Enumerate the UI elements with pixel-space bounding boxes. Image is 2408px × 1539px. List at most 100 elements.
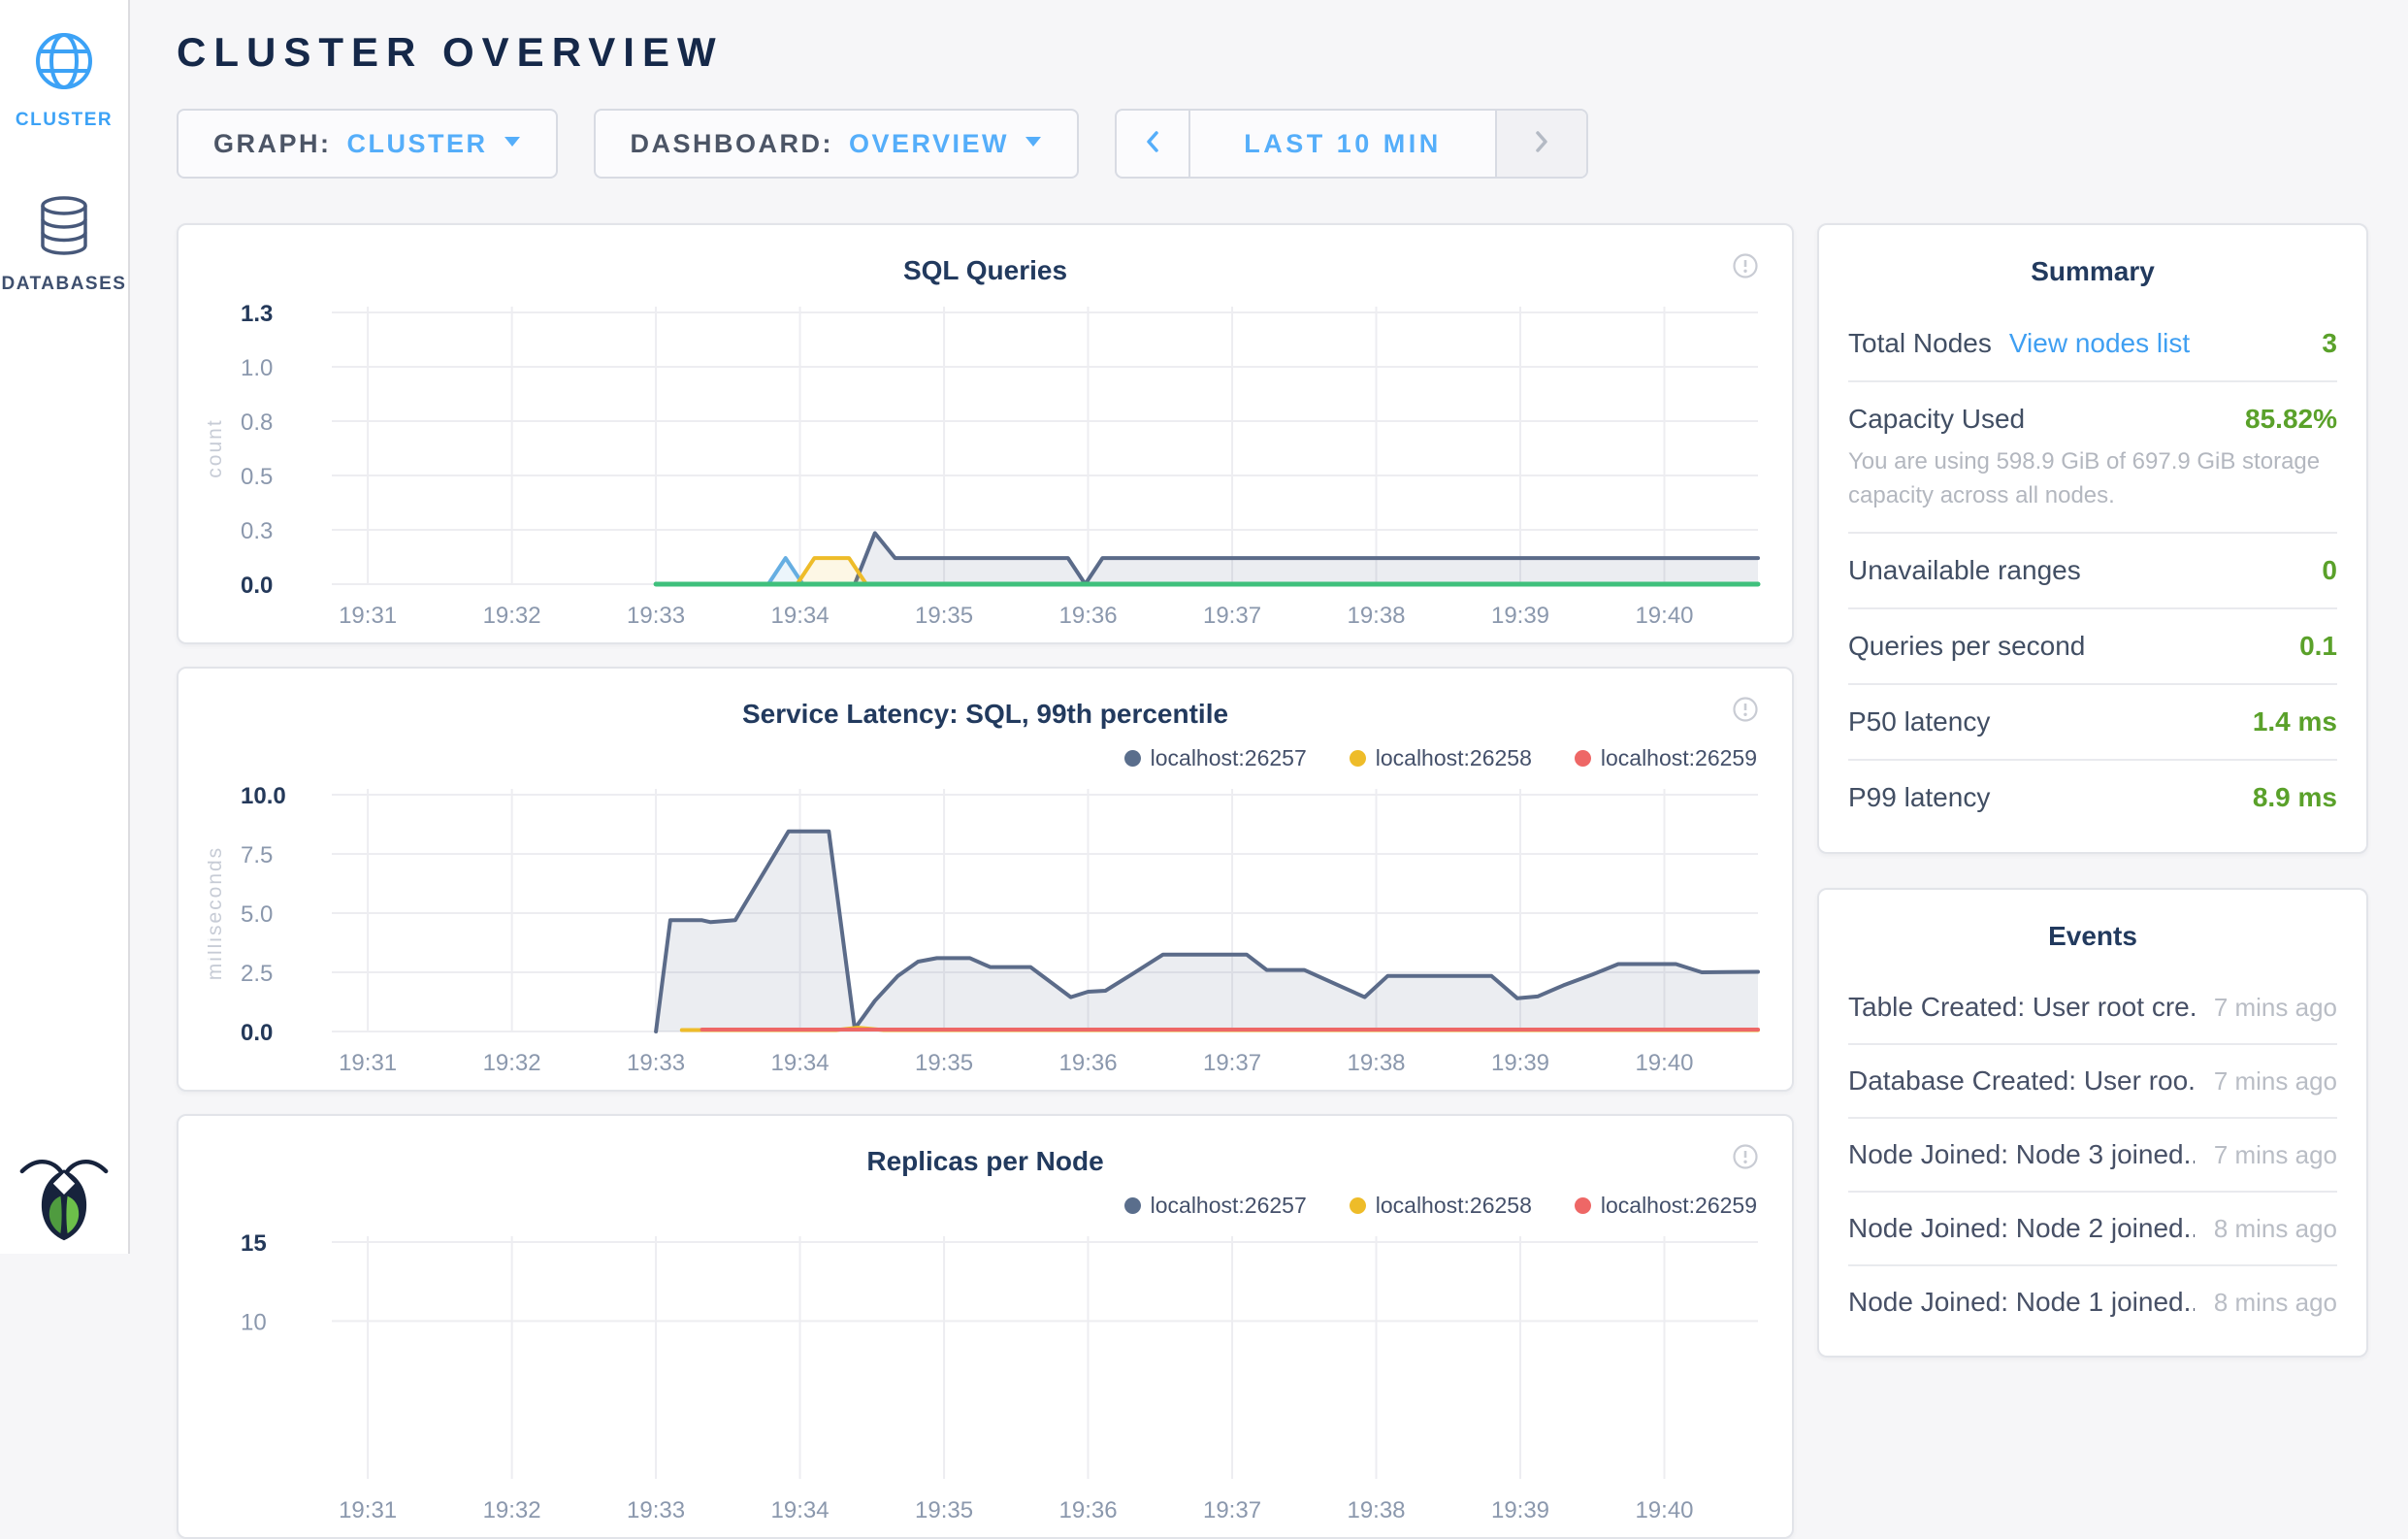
- event-text: Database Created: User roo...: [1848, 1065, 2195, 1097]
- chart-card-replicas-per-node: Replicas per Node localhost:26257localho…: [177, 1114, 1794, 1539]
- svg-text:19:34: 19:34: [771, 1050, 830, 1076]
- svg-text:19:33: 19:33: [627, 1497, 685, 1523]
- sql-queries-chart[interactable]: 19:3119:3219:3319:3419:3519:3619:3719:38…: [208, 295, 1764, 637]
- dashboard-content: SQL Queries 19:3119:3219:3319:3419:3519:…: [177, 223, 2408, 1539]
- time-range-next-button[interactable]: [1497, 111, 1586, 177]
- event-text: Table Created: User root cre...: [1848, 992, 2195, 1023]
- capacity-used-value: 85.82%: [2245, 404, 2337, 435]
- legend-label: localhost:26259: [1601, 1193, 1757, 1219]
- svg-text:19:36: 19:36: [1059, 1050, 1118, 1076]
- time-range-label[interactable]: LAST 10 MIN: [1188, 111, 1497, 177]
- summary-row-unavailable-ranges: Unavailable ranges 0: [1848, 532, 2337, 607]
- event-text: Node Joined: Node 1 joined...: [1848, 1287, 2195, 1318]
- svg-text:19:37: 19:37: [1203, 603, 1261, 629]
- p50-latency-label: P50 latency: [1848, 706, 1990, 737]
- replicas-per-node-chart[interactable]: 19:3119:3219:3319:3419:3519:3619:3719:38…: [208, 1225, 1764, 1531]
- p50-latency-value: 1.4 ms: [2253, 706, 2337, 737]
- svg-text:19:39: 19:39: [1491, 1050, 1549, 1076]
- p99-latency-label: P99 latency: [1848, 782, 1990, 813]
- svg-text:19:34: 19:34: [771, 1497, 830, 1523]
- summary-row-p50-latency: P50 latency 1.4 ms: [1848, 683, 2337, 759]
- svg-text:0.0: 0.0: [241, 1020, 273, 1046]
- summary-row-capacity-used: Capacity Used 85.82% You are using 598.9…: [1848, 380, 2337, 532]
- chevron-down-icon: [504, 135, 521, 152]
- legend-dot-icon: [1124, 750, 1141, 767]
- time-range-selector: LAST 10 MIN: [1115, 109, 1588, 179]
- legend-dot-icon: [1575, 750, 1591, 767]
- dashboard-dropdown[interactable]: DASHBOARD: OVERVIEW: [594, 109, 1080, 179]
- event-row: Node Joined: Node 3 joined...7 mins ago: [1848, 1117, 2337, 1191]
- graph-dropdown[interactable]: GRAPH: CLUSTER: [177, 109, 558, 179]
- svg-text:19:31: 19:31: [339, 1050, 397, 1076]
- legend-dot-icon: [1350, 1197, 1366, 1214]
- svg-text:19:39: 19:39: [1491, 1497, 1549, 1523]
- svg-text:19:40: 19:40: [1635, 1050, 1693, 1076]
- summary-title: Summary: [1848, 248, 2337, 307]
- events-title: Events: [1848, 913, 2337, 971]
- svg-text:19:38: 19:38: [1347, 603, 1405, 629]
- event-time: 7 mins ago: [2195, 1066, 2337, 1097]
- svg-text:19:40: 19:40: [1635, 603, 1693, 629]
- event-row: Table Created: User root cre...7 mins ag…: [1848, 971, 2337, 1043]
- info-icon[interactable]: [1732, 1143, 1759, 1175]
- view-nodes-list-link[interactable]: View nodes list: [2009, 328, 2190, 359]
- chart-legend: localhost:26257 localhost:26258 localhost:…: [208, 1186, 1763, 1225]
- p99-latency-value: 8.9 ms: [2253, 782, 2337, 813]
- capacity-used-note: You are using 598.9 GiB of 697.9 GiB sto…: [1848, 435, 2337, 518]
- svg-text:19:37: 19:37: [1203, 1497, 1261, 1523]
- legend-label: localhost:26258: [1376, 745, 1532, 771]
- legend-item: localhost:26259: [1575, 745, 1757, 771]
- graph-dropdown-value: CLUSTER: [347, 129, 488, 159]
- svg-text:0.0: 0.0: [241, 573, 273, 599]
- capacity-used-label: Capacity Used: [1848, 404, 2025, 435]
- events-panel: Events Table Created: User root cre...7 …: [1817, 888, 2368, 1358]
- legend-label: localhost:26257: [1151, 745, 1307, 771]
- sidebar-item-cluster-label: CLUSTER: [16, 110, 113, 131]
- legend-item: localhost:26257: [1124, 745, 1307, 771]
- info-icon[interactable]: [1732, 696, 1759, 728]
- chevron-left-icon: [1142, 127, 1163, 161]
- event-text: Node Joined: Node 2 joined...: [1848, 1213, 2195, 1244]
- legend-item: localhost:26258: [1350, 1193, 1532, 1219]
- event-row: Node Joined: Node 1 joined...8 mins ago: [1848, 1264, 2337, 1338]
- toolbar: GRAPH: CLUSTER DASHBOARD: OVERVIEW LAST …: [177, 109, 2408, 179]
- info-icon[interactable]: [1732, 252, 1759, 284]
- svg-text:19:32: 19:32: [483, 1050, 541, 1076]
- chart-title: Replicas per Node: [866, 1146, 1103, 1177]
- svg-text:19:38: 19:38: [1347, 1050, 1405, 1076]
- chart-legend: localhost:26257 localhost:26258 localhost:…: [208, 738, 1763, 777]
- svg-text:7.5: 7.5: [241, 842, 273, 868]
- queries-per-second-value: 0.1: [2299, 631, 2337, 662]
- svg-text:1.0: 1.0: [241, 355, 273, 381]
- summary-panel: Summary Total Nodes View nodes list 3 Ca…: [1817, 223, 2368, 854]
- svg-text:2.5: 2.5: [241, 961, 273, 987]
- svg-text:10: 10: [241, 1309, 267, 1335]
- summary-row-total-nodes: Total Nodes View nodes list 3: [1848, 307, 2337, 380]
- chevron-right-icon: [1531, 127, 1552, 161]
- service-latency-chart[interactable]: 19:3119:3219:3319:3419:3519:3619:3719:38…: [208, 777, 1764, 1084]
- svg-text:1.3: 1.3: [241, 301, 273, 327]
- svg-text:19:33: 19:33: [627, 603, 685, 629]
- svg-text:19:36: 19:36: [1059, 603, 1118, 629]
- svg-text:5.0: 5.0: [241, 901, 273, 928]
- right-column: Summary Total Nodes View nodes list 3 Ca…: [1817, 223, 2368, 1358]
- sidebar-item-cluster[interactable]: CLUSTER: [16, 29, 113, 131]
- legend-item: localhost:26257: [1124, 1193, 1307, 1219]
- svg-text:19:32: 19:32: [483, 603, 541, 629]
- svg-text:count: count: [208, 418, 226, 477]
- svg-text:15: 15: [241, 1230, 267, 1257]
- svg-text:19:33: 19:33: [627, 1050, 685, 1076]
- globe-icon: [32, 29, 96, 98]
- event-time: 7 mins ago: [2195, 993, 2337, 1023]
- chart-card-sql-queries: SQL Queries 19:3119:3219:3319:3419:3519:…: [177, 223, 1794, 644]
- svg-text:19:35: 19:35: [915, 603, 973, 629]
- summary-row-queries-per-second: Queries per second 0.1: [1848, 607, 2337, 683]
- total-nodes-value: 3: [2322, 328, 2337, 359]
- svg-text:19:37: 19:37: [1203, 1050, 1261, 1076]
- time-range-prev-button[interactable]: [1117, 111, 1188, 177]
- chevron-down-icon: [1025, 135, 1042, 152]
- unavailable-ranges-label: Unavailable ranges: [1848, 555, 2081, 586]
- svg-text:10.0: 10.0: [241, 783, 286, 809]
- legend-dot-icon: [1575, 1197, 1591, 1214]
- sidebar-item-databases[interactable]: DATABASES: [2, 195, 127, 295]
